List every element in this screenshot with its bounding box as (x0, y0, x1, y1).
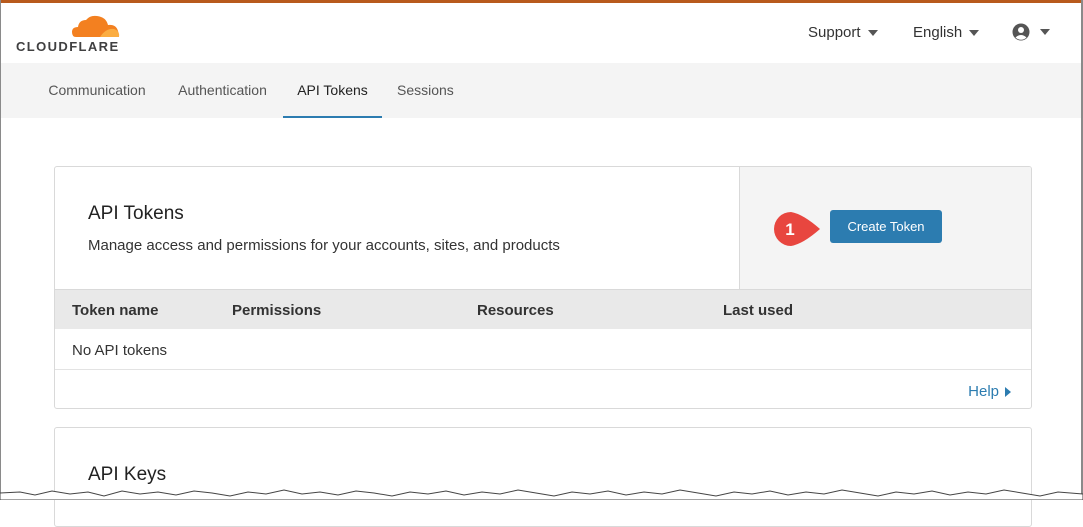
triangle-right-icon (1005, 386, 1011, 397)
caret-down-icon (867, 29, 878, 36)
language-menu[interactable]: English (913, 24, 980, 41)
help-link[interactable]: Help (968, 383, 1011, 400)
column-header-last-used[interactable]: Last used (723, 302, 793, 319)
tokens-table-header: Token name Permissions Resources Last us… (55, 290, 1031, 329)
create-token-button[interactable]: Create Token (830, 210, 942, 243)
column-header-token-name[interactable]: Token name (72, 302, 158, 319)
help-label: Help (968, 383, 999, 400)
column-header-permissions[interactable]: Permissions (232, 302, 321, 319)
api-tokens-description: Manage access and permissions for your a… (88, 237, 560, 254)
caret-down-icon (1040, 29, 1050, 35)
api-keys-title: API Keys (88, 464, 167, 485)
top-header: CLOUDFLARE Support English (1, 3, 1081, 64)
empty-tokens-message: No API tokens (72, 342, 168, 359)
api-tokens-card-header: API Tokens Manage access and permissions… (55, 167, 1031, 290)
step-callout-badge: 1 (774, 212, 820, 246)
api-keys-card: API Keys (54, 427, 1032, 527)
callout-number: 1 (785, 220, 794, 239)
tab-communication[interactable]: Communication (48, 63, 146, 118)
support-label: Support (808, 24, 861, 41)
cloudflare-logo[interactable]: CLOUDFLARE (16, 13, 136, 57)
torn-edge-decoration (0, 489, 1083, 500)
api-tokens-card: API Tokens Manage access and permissions… (54, 166, 1032, 409)
tab-sessions[interactable]: Sessions (397, 63, 454, 118)
cloudflare-cloud-icon (72, 15, 120, 37)
user-circle-icon (1012, 23, 1030, 41)
language-label: English (913, 24, 963, 41)
table-row: No API tokens (55, 329, 1031, 370)
user-menu[interactable] (1012, 23, 1050, 41)
api-tokens-title: API Tokens (88, 203, 184, 224)
caret-down-icon (969, 29, 980, 36)
tab-api-tokens[interactable]: API Tokens (283, 63, 382, 118)
support-menu[interactable]: Support (808, 24, 878, 41)
logo-wordmark: CLOUDFLARE (16, 39, 120, 54)
column-header-resources[interactable]: Resources (477, 302, 554, 319)
api-tokens-action-panel: 1 Create Token (739, 167, 1031, 289)
tab-authentication[interactable]: Authentication (177, 63, 268, 118)
settings-tab-bar: Communication Authentication API Tokens … (1, 63, 1081, 118)
